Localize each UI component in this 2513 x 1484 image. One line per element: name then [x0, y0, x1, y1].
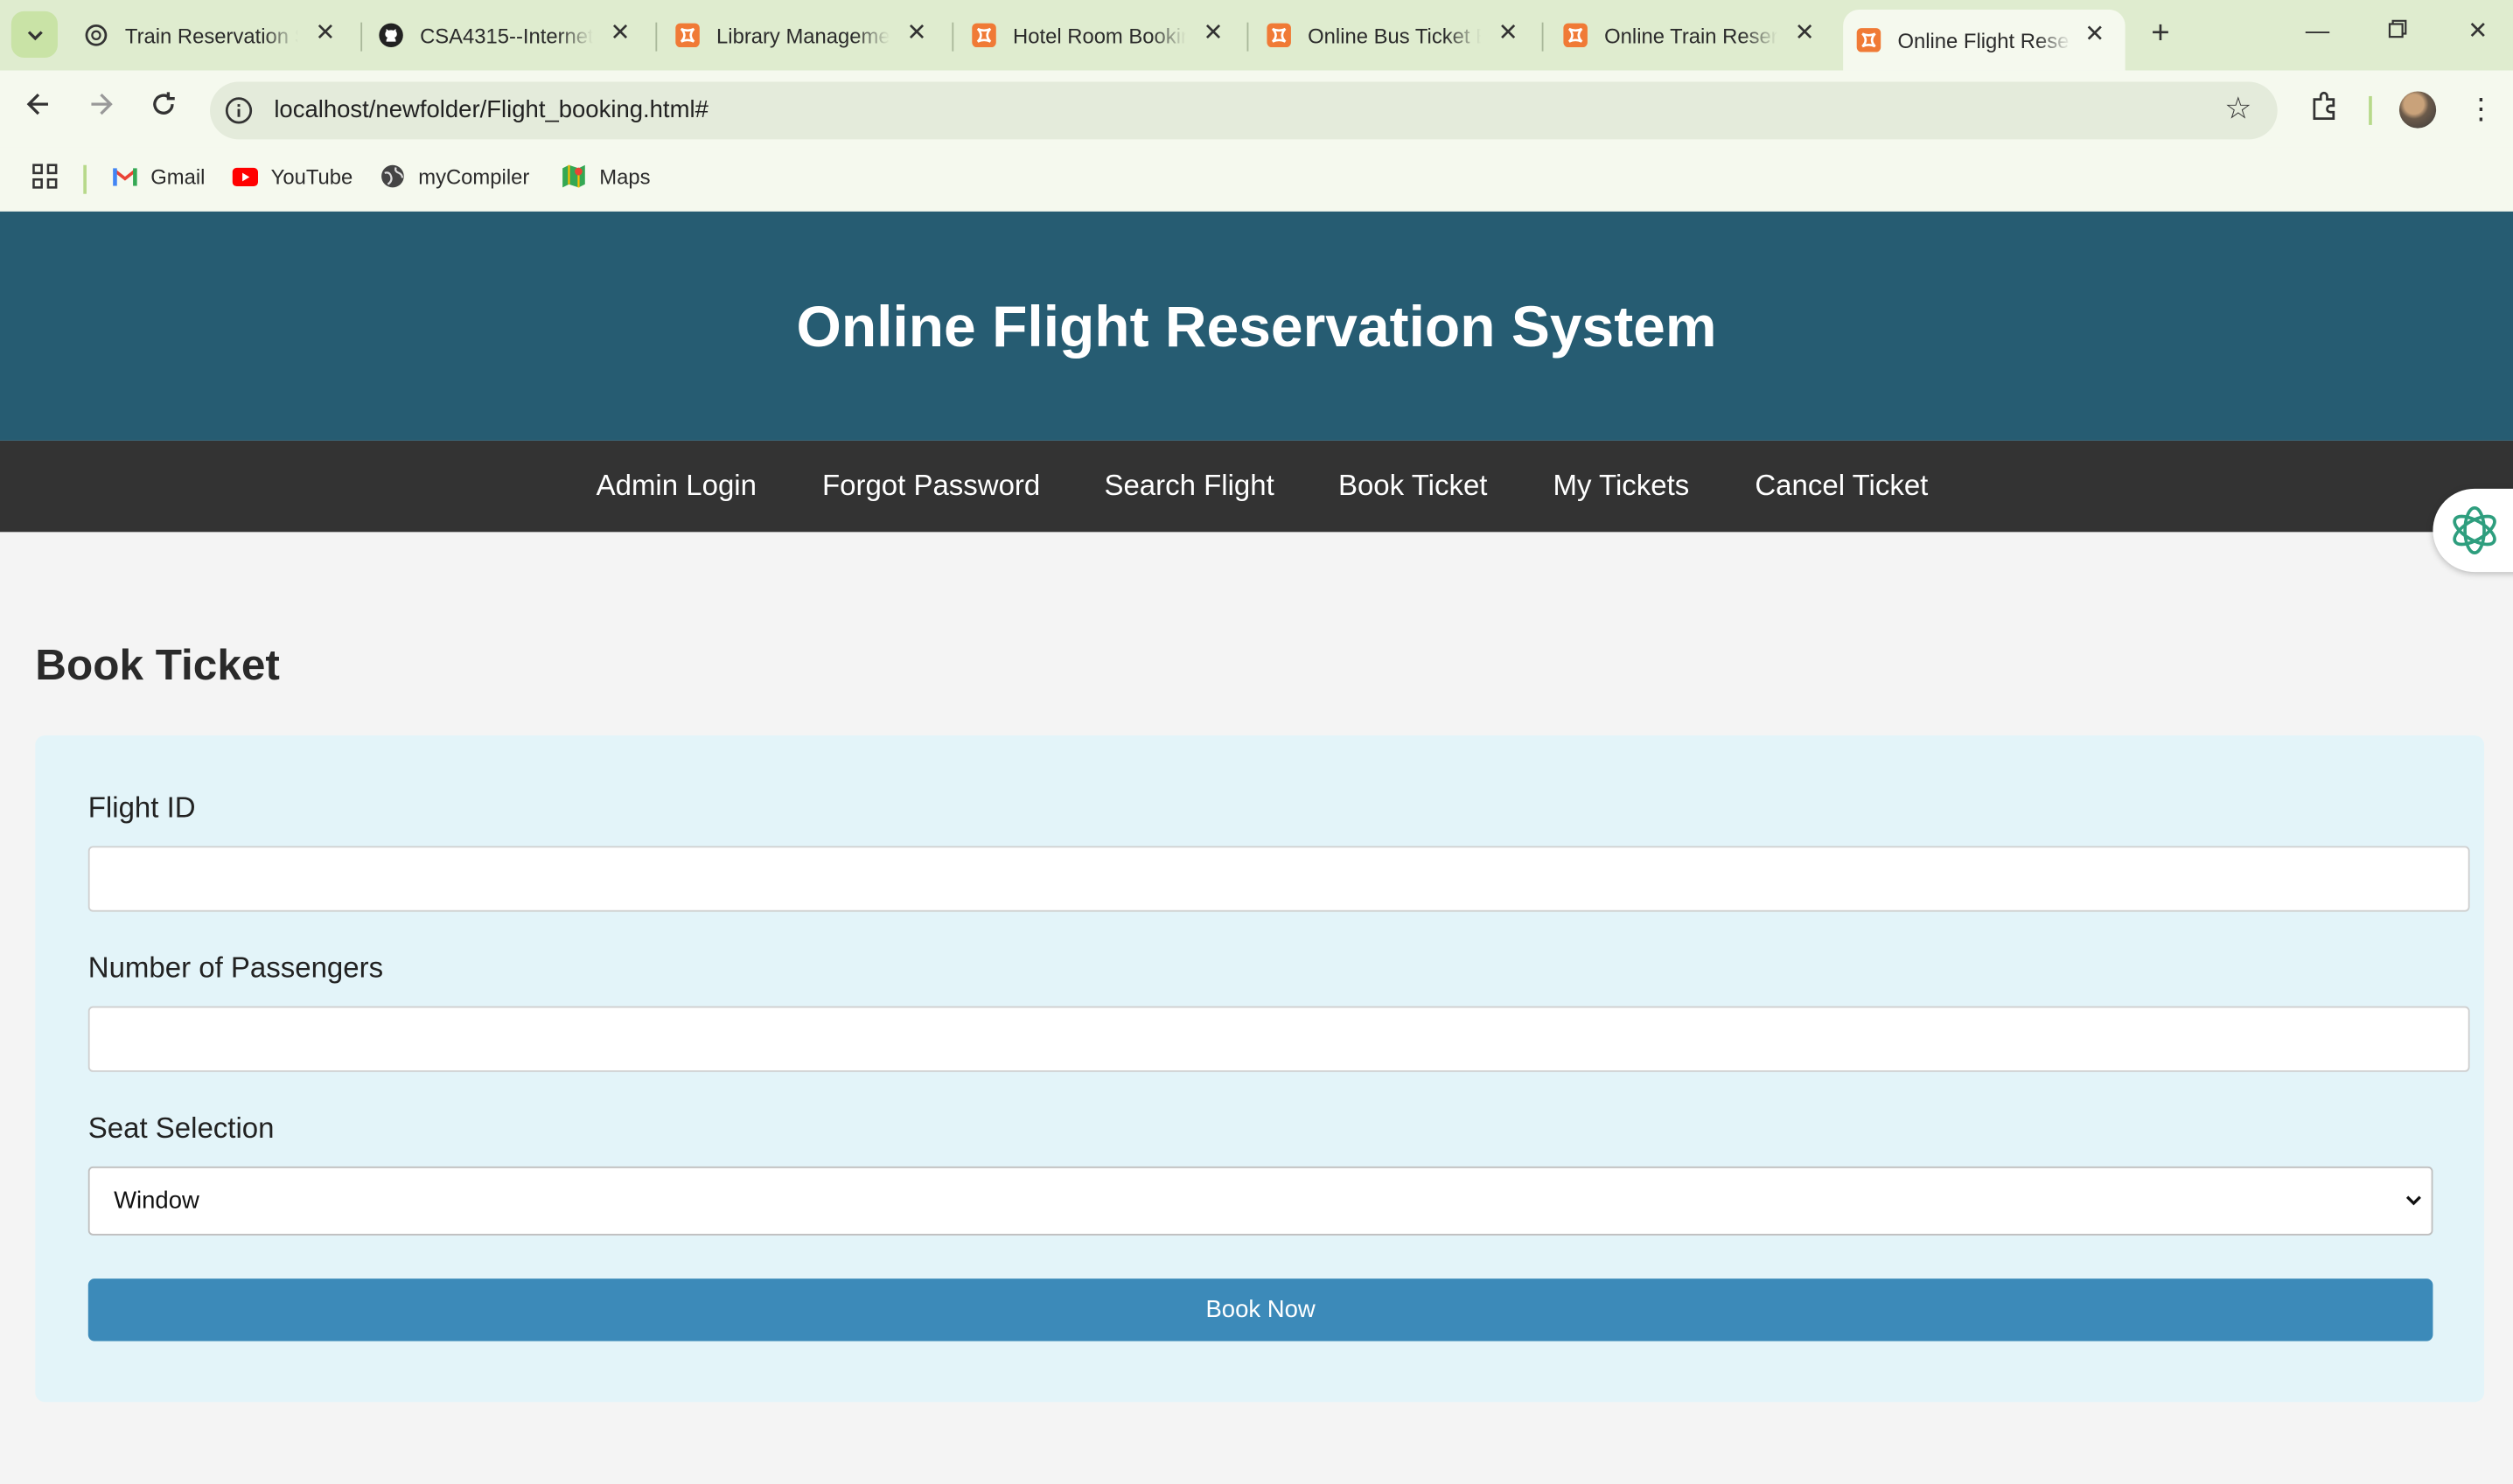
- flight-id-label: Flight ID: [87, 791, 196, 824]
- xampp-icon: [1562, 23, 1588, 48]
- chevron-down-icon: [26, 30, 42, 40]
- bookmark-gmail[interactable]: Gmail: [112, 164, 205, 189]
- nav-admin-login[interactable]: Admin Login: [597, 470, 757, 503]
- tab-divider: [952, 22, 954, 52]
- bookmark-youtube[interactable]: YouTube: [232, 164, 353, 189]
- reload-button[interactable]: [144, 90, 183, 129]
- tab-title: Library Manageme: [716, 23, 890, 48]
- maps-icon: [561, 164, 586, 189]
- reload-icon: [153, 92, 175, 115]
- tab-title: Online Bus Ticket B: [1308, 23, 1482, 48]
- restore-icon[interactable]: [2382, 16, 2414, 48]
- arrow-right-icon: [91, 93, 113, 115]
- passengers-label: Number of Passengers: [87, 951, 384, 985]
- extensions-icon[interactable]: [2305, 90, 2343, 129]
- nav-cancel-ticket[interactable]: Cancel Ticket: [1755, 470, 1928, 503]
- ai-sparkle-icon: [2453, 506, 2496, 554]
- more-menu-icon[interactable]: ⋮: [2461, 90, 2500, 129]
- bookmark-star-icon[interactable]: ☆: [2224, 91, 2251, 128]
- bookmarks-bar: Gmail YouTube myCompiler Maps: [0, 147, 2513, 213]
- tab-title: Train Reservation S: [124, 23, 298, 48]
- passengers-input[interactable]: [87, 1006, 2470, 1072]
- seat-selection-select[interactable]: Window: [87, 1166, 2433, 1236]
- github-icon: [378, 23, 403, 48]
- close-icon[interactable]: ✕: [609, 21, 632, 45]
- tab-csa4315[interactable]: CSA4315--Internet ✕: [378, 10, 650, 61]
- nav-search-flight[interactable]: Search Flight: [1104, 470, 1274, 503]
- tab-online-bus-ticket[interactable]: Online Bus Ticket B ✕: [1267, 10, 1539, 61]
- site-header: Online Flight Reservation System: [0, 211, 2513, 441]
- tab-online-flight-reservation[interactable]: Online Flight Reser ✕: [1843, 9, 2126, 71]
- close-icon[interactable]: ✕: [2084, 23, 2106, 46]
- xampp-icon: [971, 23, 996, 48]
- page-title: Book Ticket: [35, 640, 280, 689]
- arrow-left-icon: [26, 93, 48, 115]
- tab-divider: [1541, 22, 1544, 52]
- bookmark-mycompiler[interactable]: myCompiler: [380, 164, 529, 189]
- tab-divider: [360, 22, 363, 52]
- globe-icon: [380, 164, 405, 189]
- tab-search-button[interactable]: [10, 10, 58, 58]
- bookmark-maps[interactable]: Maps: [561, 164, 651, 189]
- book-now-button[interactable]: Book Now: [87, 1278, 2433, 1341]
- chevron-down-icon: [2405, 1195, 2421, 1206]
- seat-selection-value: Window: [114, 1187, 199, 1215]
- tab-title: Online Flight Reser: [1897, 28, 2071, 52]
- tab-online-train-reservation[interactable]: Online Train Reser ✕: [1562, 10, 1834, 61]
- xampp-icon: [674, 23, 700, 48]
- seat-selection-label: Seat Selection: [87, 1111, 275, 1145]
- back-button[interactable]: [19, 90, 58, 129]
- nav-book-ticket[interactable]: Book Ticket: [1338, 470, 1487, 503]
- close-icon[interactable]: ✕: [1497, 21, 1519, 45]
- bookmark-divider: [83, 164, 87, 194]
- minimize-icon[interactable]: —: [2301, 16, 2334, 48]
- tab-title: Hotel Room Bookin: [1013, 23, 1186, 48]
- flight-id-input[interactable]: [87, 846, 2470, 912]
- close-icon[interactable]: ✕: [314, 21, 337, 45]
- tab-title: Online Train Reser: [1604, 23, 1778, 48]
- forward-button[interactable]: [81, 90, 120, 129]
- close-icon[interactable]: ✕: [905, 21, 928, 45]
- window-close-icon[interactable]: ✕: [2461, 16, 2494, 48]
- new-tab-button[interactable]: +: [2143, 16, 2178, 51]
- web-page: Online Flight Reservation System Admin L…: [0, 211, 2513, 1484]
- tab-title: CSA4315--Internet: [420, 23, 593, 48]
- ai-assistant-button[interactable]: [2433, 488, 2513, 573]
- apps-grid-icon[interactable]: [31, 162, 59, 191]
- nav-my-tickets[interactable]: My Tickets: [1553, 470, 1689, 503]
- address-bar[interactable]: localhost/newfolder/Flight_booking.html#…: [210, 81, 2278, 140]
- browser-toolbar: localhost/newfolder/Flight_booking.html#…: [0, 70, 2513, 148]
- xampp-icon: [1267, 23, 1292, 48]
- tab-divider: [655, 22, 658, 52]
- tab-library-management[interactable]: Library Manageme ✕: [674, 10, 946, 61]
- booking-form: Flight ID Number of Passengers Seat Sele…: [35, 735, 2485, 1403]
- tab-divider: [1246, 22, 1249, 52]
- toolbar-divider: [2369, 95, 2372, 125]
- xampp-icon: [1856, 27, 1881, 52]
- profile-avatar[interactable]: [2398, 91, 2437, 129]
- tab-strip: Train Reservation S ✕ CSA4315--Internet …: [0, 0, 2513, 71]
- close-icon[interactable]: ✕: [1202, 21, 1225, 45]
- close-icon[interactable]: ✕: [1793, 21, 1816, 45]
- tab-hotel-room-booking[interactable]: Hotel Room Bookin ✕: [971, 10, 1243, 61]
- site-info-icon[interactable]: [225, 96, 254, 125]
- site-title: Online Flight Reservation System: [796, 292, 1717, 359]
- site-nav: Admin Login Forgot Password Search Fligh…: [0, 440, 2513, 533]
- url-text[interactable]: localhost/newfolder/Flight_booking.html#: [274, 96, 709, 123]
- bookmark-label: Maps: [599, 164, 651, 189]
- youtube-icon: [232, 164, 259, 189]
- chatgpt-icon: [83, 23, 108, 48]
- bookmark-label: Gmail: [150, 164, 206, 189]
- tab-train-reservation[interactable]: Train Reservation S ✕: [83, 10, 355, 61]
- bookmark-label: myCompiler: [418, 164, 530, 189]
- nav-forgot-password[interactable]: Forgot Password: [822, 470, 1040, 503]
- bookmark-label: YouTube: [270, 164, 353, 189]
- gmail-icon: [112, 164, 137, 189]
